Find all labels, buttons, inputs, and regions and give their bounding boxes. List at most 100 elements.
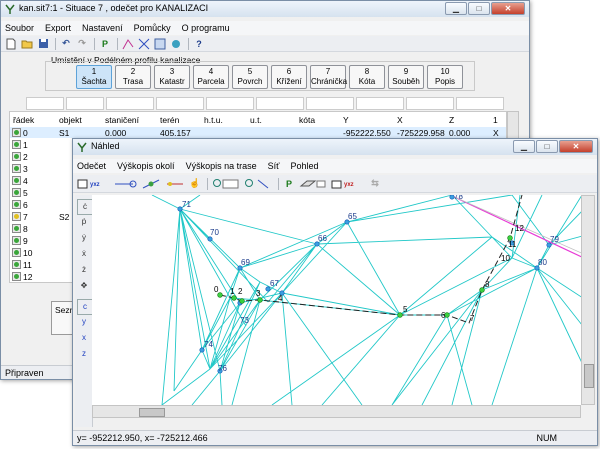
redo-icon[interactable]: ↷ — [75, 37, 89, 51]
col-1: 1 — [493, 115, 498, 125]
move-point-icon[interactable] — [140, 177, 162, 191]
maximize-button[interactable]: □ — [468, 2, 490, 15]
tab-sachta[interactable]: 1 Šachta — [76, 65, 112, 89]
save-icon[interactable] — [36, 37, 50, 51]
filter-cell[interactable] — [406, 97, 454, 110]
menu-vyskopis-na-trase[interactable]: Výškopis na trase — [186, 161, 257, 171]
col-staniceni: staničení — [105, 115, 140, 125]
filter-cell[interactable] — [206, 97, 254, 110]
point-label: 8 — [485, 280, 490, 289]
point-label: 73 — [240, 316, 249, 325]
menu-vyskopis-okoli[interactable]: Výškopis okolí — [117, 161, 175, 171]
menu-pomucky[interactable]: Pomůcky — [134, 23, 171, 33]
tool-z[interactable]: ż — [77, 263, 91, 277]
tool-y[interactable]: ẏ — [77, 231, 91, 245]
filter-cell[interactable] — [356, 97, 404, 110]
tool-x2[interactable]: x — [77, 331, 91, 345]
svg-text:yxz: yxz — [90, 182, 100, 188]
minimize-button[interactable]: ▁ — [445, 2, 467, 15]
point-label: 12 — [515, 224, 524, 233]
export-coords-icon[interactable]: yxz — [330, 177, 360, 191]
filter-cell[interactable] — [66, 97, 104, 110]
point-label: 11 — [508, 240, 517, 249]
zoom-fit-icon[interactable] — [243, 177, 273, 191]
scroll-thumb[interactable] — [584, 364, 594, 388]
row-number: 12 — [23, 272, 33, 282]
zoom-icon[interactable] — [211, 177, 241, 191]
tool-pan[interactable]: ✥ — [77, 279, 91, 293]
add-point-icon[interactable] — [112, 177, 138, 191]
grid-icon[interactable] — [137, 37, 151, 51]
menu-odecet[interactable]: Odečet — [77, 161, 106, 171]
filter-cell[interactable] — [306, 97, 354, 110]
profile-icon[interactable]: P — [282, 177, 296, 191]
map-canvas[interactable]: 71 70 65 66 69 67 73 74 76 0 1 2 3 4 5 6… — [92, 195, 586, 405]
eye-icon[interactable] — [169, 37, 183, 51]
coords-readout: y= -952212.950, x= -725212.466 — [77, 433, 208, 443]
row-icon — [12, 212, 21, 221]
filter-cell[interactable] — [26, 97, 64, 110]
tab-popis[interactable]: 10 Popis — [427, 65, 463, 89]
menu-export[interactable]: Export — [45, 23, 71, 33]
tab-chranicka[interactable]: 7 Chránička — [310, 65, 347, 89]
swap-direction-icon[interactable]: ⇆ — [362, 177, 388, 191]
row-icon — [12, 140, 21, 149]
close-button[interactable]: ✕ — [491, 2, 525, 15]
tool-p[interactable]: ṗ — [77, 215, 91, 229]
tab-krizeni[interactable]: 6 Křížení — [271, 65, 307, 89]
help-icon[interactable]: ? — [192, 37, 206, 51]
col-ut: u.t. — [250, 115, 262, 125]
filter-cell[interactable] — [156, 97, 204, 110]
tool-c2[interactable]: c — [77, 299, 93, 315]
map-horizontal-scrollbar[interactable] — [92, 405, 581, 418]
num-indicator: NUM — [536, 433, 558, 443]
route-icon[interactable] — [121, 37, 135, 51]
maximize-button[interactable]: □ — [536, 140, 558, 153]
undo-icon[interactable]: ↶ — [59, 37, 73, 51]
preview-toolbar: yxz ☝ P yxz ⇆ — [73, 175, 597, 193]
layers-3d-icon[interactable] — [298, 177, 328, 191]
menu-sit[interactable]: Síť — [268, 161, 280, 171]
open-folder-icon[interactable] — [20, 37, 34, 51]
tab-povrch[interactable]: 5 Povrch — [232, 65, 268, 89]
tab-soubeh[interactable]: 9 Souběh — [388, 65, 424, 89]
point-label: 1 — [230, 287, 235, 296]
minimize-button[interactable]: ▁ — [513, 140, 535, 153]
row-icon — [12, 128, 21, 137]
undo-move-icon[interactable]: ☝ — [188, 177, 202, 191]
menu-nastaveni[interactable]: Nastavení — [82, 23, 123, 33]
row-icon — [12, 272, 21, 281]
tool-z2[interactable]: z — [77, 347, 91, 361]
filter-cell[interactable] — [456, 97, 504, 110]
connect-icon[interactable] — [164, 177, 186, 191]
point-label: 7 — [470, 314, 475, 323]
scroll-thumb[interactable] — [139, 408, 165, 417]
close-button[interactable]: ✕ — [559, 140, 593, 153]
row-number: 8 — [23, 224, 28, 234]
tool-c[interactable]: ċ — [77, 199, 93, 215]
menu-pohled[interactable]: Pohled — [291, 161, 319, 171]
new-file-icon[interactable] — [4, 37, 18, 51]
row-object: S2 — [59, 212, 70, 222]
profile-icon[interactable]: P — [98, 37, 112, 51]
menu-o-programu[interactable]: O programu — [182, 23, 230, 33]
menu-soubor[interactable]: Soubor — [5, 23, 34, 33]
layers-icon[interactable] — [153, 37, 167, 51]
col-x: X — [397, 115, 403, 125]
row-number: 4 — [23, 176, 28, 186]
tab-katastr[interactable]: 3 Katastr — [154, 65, 190, 89]
tab-parcela[interactable]: 4 Parcela — [193, 65, 229, 89]
main-toolbar: ↶ ↷ P ? — [1, 36, 529, 52]
filter-cell[interactable] — [106, 97, 154, 110]
map-vertical-scrollbar[interactable] — [581, 195, 595, 405]
preview-title-bar[interactable]: Náhled ▁ □ ✕ — [73, 139, 597, 155]
status-text: Připraven — [5, 368, 44, 378]
table-view-icon[interactable]: yxz — [76, 177, 110, 191]
tab-trasa[interactable]: 2 Trasa — [115, 65, 151, 89]
filter-cell[interactable] — [256, 97, 304, 110]
main-title-bar[interactable]: kan.sit7:1 - Situace 7 , odečet pro KANA… — [1, 1, 529, 17]
tool-x[interactable]: ẋ — [77, 247, 91, 261]
tool-y2[interactable]: y — [77, 315, 91, 329]
tab-kota[interactable]: 8 Kóta — [349, 65, 385, 89]
app-icon — [77, 142, 87, 152]
